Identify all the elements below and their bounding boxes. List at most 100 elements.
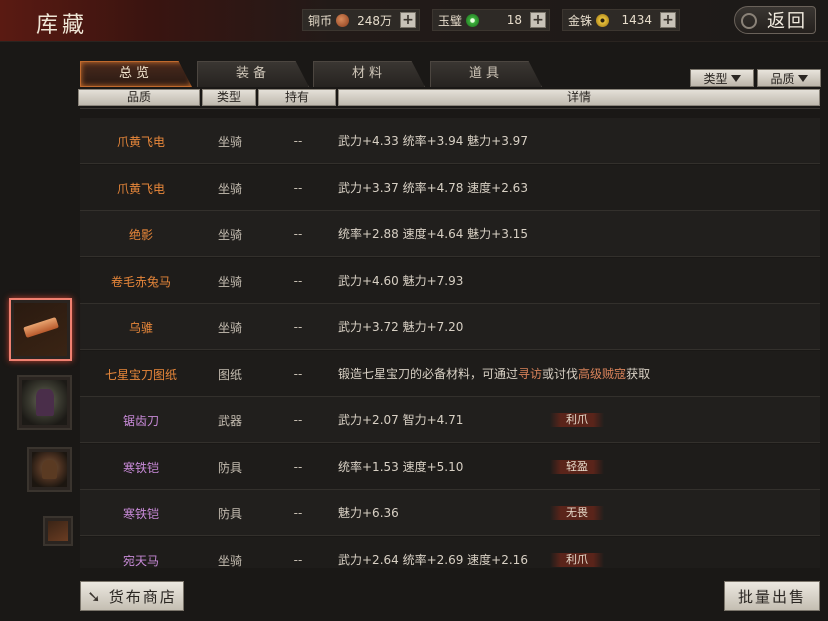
item-owned: -- (293, 274, 303, 288)
item-table[interactable]: 爪黄飞电 坐骑 -- 武力+4.33 统率+3.94 魅力+3.97 爪黄飞电 … (80, 108, 820, 568)
item-thumbnail[interactable] (27, 447, 72, 492)
item-detail: 锻造七星宝刀的必备材料，可通过寻访或讨伐高级贼寇获取 (338, 351, 668, 397)
sell-label: 批量出售 (737, 587, 806, 606)
shop-label: 货布商店 (108, 587, 177, 606)
purple-armor-icon (22, 380, 67, 425)
tab-items[interactable]: 道具 (430, 61, 542, 87)
copper-currency-display: 铜币 248万 + (302, 9, 420, 31)
detail-text: 或讨伐 (542, 366, 579, 381)
item-thumbnail-selected[interactable] (9, 298, 72, 361)
add-copper-button[interactable]: + (400, 12, 416, 28)
detail-link-bandits[interactable]: 高级贼寇 (578, 367, 626, 381)
table-row[interactable]: 卷毛赤兔马 坐骑 -- 武力+4.60 魅力+7.93 (80, 258, 820, 304)
bulk-sell-button[interactable]: 批量出售 (724, 581, 820, 611)
table-row[interactable]: 乌骓 坐骑 -- 武力+3.72 魅力+7.20 (80, 304, 820, 350)
currency-shop-button[interactable]: ➘ 货布商店 (80, 581, 184, 611)
item-thumbnail[interactable] (17, 375, 72, 430)
table-row[interactable]: 宛天马 坐骑 -- 武力+2.64 统率+2.69 速度+2.16 利爪 (80, 537, 820, 568)
currency-value: 1434 (621, 13, 652, 27)
detail-text: 获取 (626, 366, 651, 381)
item-name: 卷毛赤兔马 (110, 274, 171, 289)
jade-disc-icon (466, 13, 480, 27)
item-detail: 武力+4.33 统率+3.94 魅力+3.97 (338, 133, 528, 148)
trait-badge: 利爪 (550, 413, 604, 427)
gold-coin-icon (596, 13, 610, 27)
item-owned: -- (293, 134, 303, 148)
tab-overview[interactable]: 总览 (80, 61, 192, 87)
item-detail: 魅力+6.36 (338, 505, 399, 520)
shop-arrow-icon: ➘ (87, 586, 103, 606)
item-owned: -- (293, 506, 303, 520)
quality-filter-dropdown[interactable]: 品质 (757, 69, 821, 87)
item-detail: 武力+2.07 智力+4.71 (338, 412, 464, 427)
item-name: 七星宝刀图纸 (104, 367, 177, 382)
item-owned: -- (293, 460, 303, 474)
detail-link-seek[interactable]: 寻访 (518, 367, 542, 381)
item-owned: -- (293, 227, 303, 241)
table-row[interactable]: 爪黄飞电 坐骑 -- 武力+3.37 统率+4.78 速度+2.63 (80, 165, 820, 211)
item-detail: 统率+1.53 速度+5.10 (338, 459, 464, 474)
item-type: 坐骑 (217, 181, 242, 196)
bronze-armor-icon (32, 452, 67, 487)
copper-coin-icon (336, 13, 350, 27)
table-row[interactable]: 爪黄飞电 坐骑 -- 武力+4.33 统率+3.94 魅力+3.97 (80, 118, 820, 164)
currency-value: 248万 (357, 13, 392, 28)
item-name: 寒铁铠 (122, 506, 159, 521)
item-name: 乌骓 (128, 320, 153, 335)
currency-label: 铜币 (308, 13, 333, 28)
type-filter-dropdown[interactable]: 类型 (690, 69, 754, 87)
back-button[interactable]: 返回 (734, 6, 816, 34)
table-row[interactable]: 寒铁铠 防具 -- 统率+1.53 速度+5.10 轻盈 (80, 444, 820, 490)
scroll-ornament-icon (741, 13, 757, 29)
table-row[interactable]: 七星宝刀图纸 图纸 -- 锻造七星宝刀的必备材料，可通过寻访或讨伐高级贼寇获取 (80, 351, 820, 397)
currency-label: 金铢 (568, 13, 593, 28)
item-owned: -- (293, 181, 303, 195)
trait-badge: 无畏 (550, 506, 604, 520)
item-name: 绝影 (128, 227, 153, 242)
item-detail: 武力+3.37 统率+4.78 速度+2.63 (338, 180, 528, 195)
item-name: 爪黄飞电 (116, 134, 165, 149)
table-row[interactable]: 锯齿刀 武器 -- 武力+2.07 智力+4.71 利爪 (80, 397, 820, 443)
dropdown-triangle-icon (730, 74, 741, 82)
item-name: 寒铁铠 (122, 460, 159, 475)
currency-label: 玉璧 (438, 13, 463, 28)
quality-filter-label: 品质 (770, 71, 795, 86)
detail-text: 锻造七星宝刀的必备材料，可通过 (338, 366, 519, 381)
item-owned: -- (293, 413, 303, 427)
item-type: 防具 (217, 506, 242, 521)
item-type: 坐骑 (217, 134, 242, 149)
column-header-quality[interactable]: 品质 (78, 89, 200, 106)
dropdown-triangle-icon (797, 74, 808, 82)
type-filter-label: 类型 (703, 71, 728, 86)
item-name: 宛天马 (122, 553, 159, 568)
back-label: 返回 (767, 11, 807, 32)
item-type: 防具 (217, 460, 242, 475)
item-owned: -- (293, 553, 303, 567)
jade-currency-display: 玉璧 18 + (432, 9, 550, 31)
currency-value: 18 (506, 13, 522, 27)
tab-equipment[interactable]: 装备 (197, 61, 309, 87)
trait-badge: 轻盈 (550, 460, 604, 474)
item-detail: 统率+2.88 速度+4.64 魅力+3.15 (338, 226, 528, 241)
column-header-type[interactable]: 类型 (202, 89, 256, 106)
item-type: 坐骑 (217, 274, 242, 289)
table-row[interactable]: 寒铁铠 防具 -- 魅力+6.36 无畏 (80, 490, 820, 536)
item-name: 爪黄飞电 (116, 181, 165, 196)
add-gold-button[interactable]: + (660, 12, 676, 28)
item-type: 坐骑 (217, 227, 242, 242)
item-type: 图纸 (217, 367, 242, 382)
item-thumbnail[interactable] (43, 516, 73, 546)
column-header-owned[interactable]: 持有 (258, 89, 336, 106)
item-type: 坐骑 (217, 553, 242, 568)
table-row[interactable]: 绝影 坐骑 -- 统率+2.88 速度+4.64 魅力+3.15 (80, 211, 820, 257)
tab-materials[interactable]: 材料 (313, 61, 425, 87)
item-name: 锯齿刀 (122, 413, 159, 428)
item-owned: -- (293, 367, 303, 381)
page-title: 库藏 (36, 13, 89, 38)
gold-currency-display: 金铢 1434 + (562, 9, 680, 31)
item-type: 武器 (217, 413, 242, 428)
item-detail: 武力+4.60 魅力+7.93 (338, 273, 464, 288)
item-detail: 武力+3.72 魅力+7.20 (338, 319, 464, 334)
add-jade-button[interactable]: + (530, 12, 546, 28)
column-header-detail[interactable]: 详情 (338, 89, 820, 106)
